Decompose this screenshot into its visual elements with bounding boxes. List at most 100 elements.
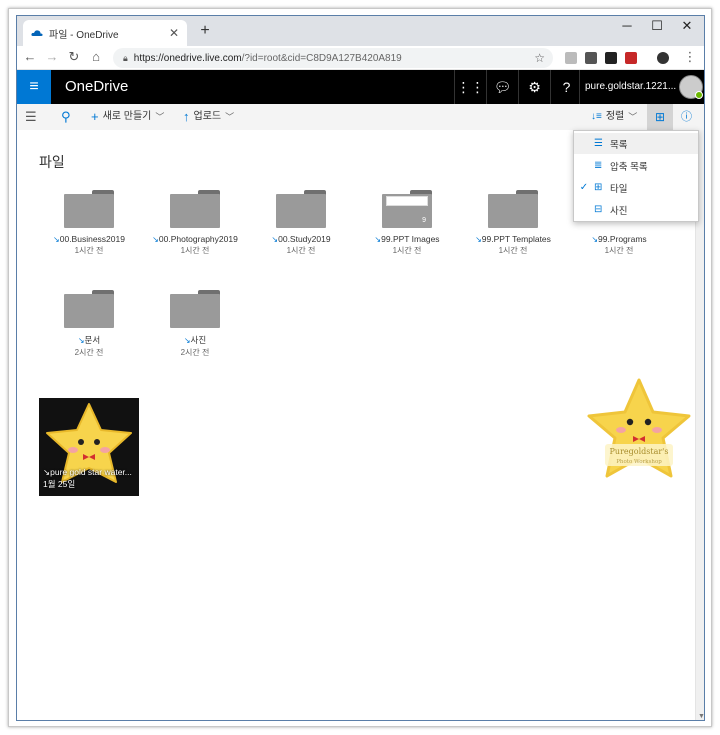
- extension-profile-icon[interactable]: [657, 52, 669, 64]
- settings-gear-icon[interactable]: ⚙: [518, 70, 550, 104]
- view-options-menu: ☰ 목록 ≣ 압축 목록 ✓ ⊞ 타일 ⊟ 사진: [573, 130, 699, 222]
- home-icon[interactable]: ⌂: [87, 49, 105, 64]
- photos-view-icon: ⊟: [594, 204, 603, 215]
- checkmark-icon: ✓: [579, 182, 589, 193]
- search-icon[interactable]: ⚲: [61, 104, 71, 130]
- account-button[interactable]: pure.goldstar.1221...: [579, 70, 704, 104]
- folder-modified: 1시간 전: [180, 246, 210, 255]
- sync-icon: ↘: [591, 235, 599, 244]
- list-view-icon: ☰: [594, 138, 603, 149]
- chrome-menu-icon[interactable]: ⋮: [681, 49, 699, 65]
- info-pane-icon[interactable]: ⓘ: [681, 104, 692, 130]
- hamburger-menu-icon[interactable]: ≡: [17, 70, 51, 104]
- folder-modified: 1시간 전: [286, 246, 316, 255]
- folder-tile[interactable]: ↘00.Business2019 1시간 전: [39, 190, 139, 256]
- sort-label: 정렬: [605, 111, 625, 122]
- folder-name: 99.Programs: [598, 234, 647, 244]
- folder-tile[interactable]: ↘00.Photography2019 1시간 전: [145, 190, 245, 256]
- url-path: /?id=root&cid=C8D9A127B420A819: [241, 52, 402, 64]
- view-option-compact-list[interactable]: ≣ 압축 목록: [574, 155, 698, 176]
- compact-list-icon: ≣: [594, 160, 603, 171]
- nav-toggle-icon[interactable]: ☰: [25, 104, 37, 130]
- sort-button[interactable]: ↓≡ 정렬 ﹀: [591, 104, 637, 130]
- sticker-text-2: Photo Workshop: [616, 459, 662, 465]
- sticker-text-1: Puregoldstar's: [610, 447, 669, 456]
- folder-modified: 2시간 전: [74, 348, 104, 357]
- folder-name: 사진: [190, 335, 207, 345]
- photo-date: 1월 25일: [43, 479, 76, 489]
- lock-icon: 🔒︎: [123, 52, 128, 63]
- command-bar: ☰ ⚲ + 새로 만들기 ﹀ ↑ 업로드 ﹀ ↓≡ 정렬 ﹀ ⊞ ⓘ: [17, 104, 704, 130]
- account-name: pure.goldstar.1221...: [585, 81, 677, 92]
- menu-item-label: 사진: [610, 205, 628, 217]
- chevron-down-icon: ﹀: [628, 112, 638, 122]
- plus-icon: +: [91, 109, 99, 124]
- reload-icon[interactable]: ↻: [65, 49, 83, 65]
- view-option-photos[interactable]: ⊟ 사진: [574, 199, 698, 220]
- folder-icon: [170, 290, 220, 328]
- url-omnibox[interactable]: 🔒︎ https://onedrive.live.com /?id=root&c…: [113, 48, 553, 68]
- folder-icon: [64, 290, 114, 328]
- folder-tile[interactable]: 9 ↘99.PPT Images 1시간 전: [357, 190, 457, 256]
- tab-close-icon[interactable]: ✕: [169, 26, 179, 40]
- sync-icon: ↘: [152, 235, 159, 244]
- folder-name: 00.Photography2019: [158, 234, 238, 244]
- window-close-button[interactable]: ✕: [675, 18, 699, 34]
- photo-name: pure gold star water...: [50, 467, 132, 477]
- menu-item-label: 목록: [610, 139, 628, 151]
- extension-icon-2[interactable]: [585, 52, 597, 64]
- screenshot-frame: 파일 - OneDrive ✕ + ─ ☐ ✕ ← → ↻ ⌂ 🔒︎ https…: [8, 8, 712, 727]
- app-launcher-icon[interactable]: ⋮⋮: [454, 70, 486, 104]
- back-arrow-icon[interactable]: ←: [21, 49, 39, 64]
- address-bar-row: ← → ↻ ⌂ 🔒︎ https://onedrive.live.com /?i…: [17, 46, 704, 70]
- new-tab-button[interactable]: +: [195, 22, 215, 40]
- bookmark-star-icon[interactable]: ☆: [534, 51, 545, 65]
- page-title: 파일: [39, 154, 65, 170]
- new-button[interactable]: + 새로 만들기 ﹀: [91, 104, 164, 130]
- feedback-icon[interactable]: 💬︎: [486, 70, 518, 104]
- folder-icon: [64, 190, 114, 228]
- folder-tile[interactable]: ↘문서 2시간 전: [39, 290, 139, 358]
- star-sticker-image: Puregoldstar's Photo Workshop: [587, 378, 691, 478]
- folder-tile[interactable]: ↘사진 2시간 전: [145, 290, 245, 358]
- extension-icon-4[interactable]: [625, 52, 637, 64]
- folder-icon: [488, 190, 538, 228]
- avatar: [679, 75, 703, 99]
- scroll-down-arrow-icon[interactable]: ▼: [698, 713, 704, 720]
- maximize-button[interactable]: ☐: [645, 18, 669, 34]
- sync-icon: ↘: [475, 235, 482, 244]
- upload-button[interactable]: ↑ 업로드 ﹀: [183, 104, 234, 130]
- new-label: 새로 만들기: [102, 111, 152, 122]
- extension-icon-1[interactable]: [565, 52, 577, 64]
- menu-item-label: 타일: [610, 183, 628, 195]
- help-icon[interactable]: ?: [550, 70, 582, 104]
- folder-name: 00.Study2019: [278, 234, 331, 244]
- sync-icon: ↘: [183, 336, 191, 345]
- minimize-button[interactable]: ─: [615, 18, 639, 33]
- folder-tile[interactable]: ↘99.PPT Templates 1시간 전: [463, 190, 563, 256]
- presence-dot: [695, 91, 703, 99]
- browser-window: 파일 - OneDrive ✕ + ─ ☐ ✕ ← → ↻ ⌂ 🔒︎ https…: [16, 15, 705, 721]
- view-option-list[interactable]: ☰ 목록: [574, 133, 698, 154]
- forward-arrow-icon[interactable]: →: [43, 49, 61, 64]
- folder-modified: 1시간 전: [498, 246, 528, 255]
- url-host: https://onedrive.live.com: [133, 52, 242, 64]
- folder-name: 00.Business2019: [59, 234, 125, 244]
- browser-tab[interactable]: 파일 - OneDrive ✕: [23, 20, 187, 46]
- tiles-view-icon: ⊞: [594, 182, 603, 193]
- sync-icon: ↘: [53, 235, 60, 244]
- onedrive-header: ≡ OneDrive ⋮⋮ 💬︎ ⚙ ? pure.goldstar.1221.…: [17, 70, 704, 104]
- extension-glasses-icon[interactable]: [605, 52, 617, 64]
- folder-icon: [276, 190, 326, 228]
- photo-tile[interactable]: ↘pure gold star water... 1월 25일: [39, 398, 139, 496]
- folder-modified: 1시간 전: [604, 246, 634, 255]
- tab-strip: 파일 - OneDrive ✕ + ─ ☐ ✕: [17, 16, 704, 46]
- folder-icon: 9: [382, 190, 432, 228]
- folder-modified: 2시간 전: [180, 348, 210, 357]
- upload-arrow-icon: ↑: [183, 109, 190, 124]
- view-option-tiles[interactable]: ✓ ⊞ 타일: [574, 177, 698, 198]
- folder-modified: 1시간 전: [392, 246, 422, 255]
- folder-tile[interactable]: ↘00.Study2019 1시간 전: [251, 190, 351, 256]
- brand-title[interactable]: OneDrive: [65, 78, 128, 95]
- view-options-button[interactable]: ⊞: [647, 104, 673, 130]
